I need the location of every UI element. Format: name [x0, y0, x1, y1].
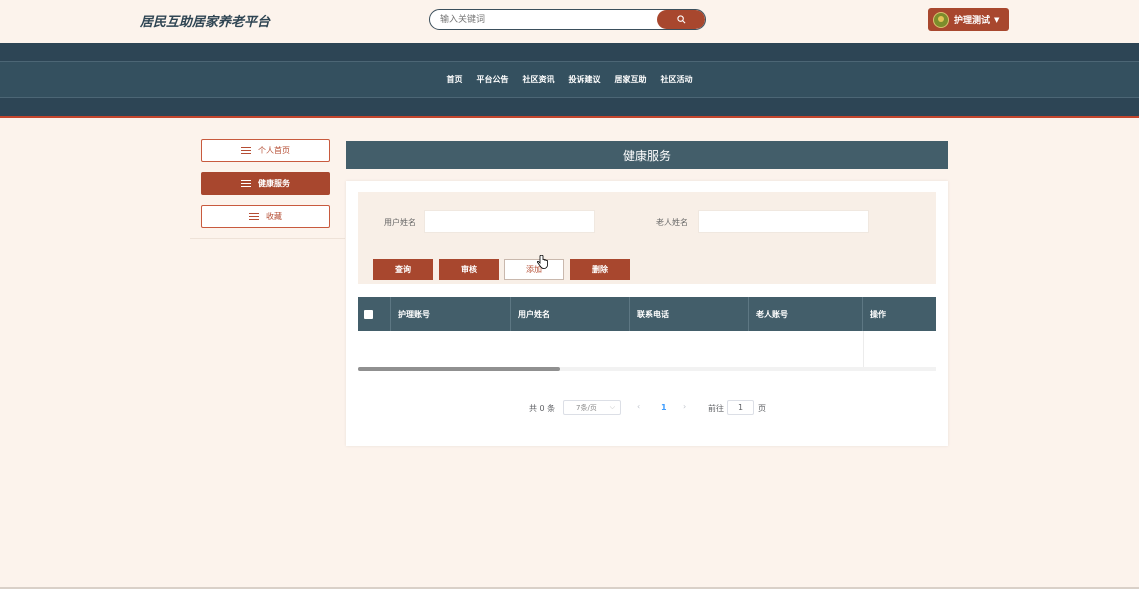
- nav-accent-line: [0, 116, 1139, 118]
- scrollbar-thumb[interactable]: [358, 367, 560, 371]
- user-name: 护理测试: [954, 16, 991, 26]
- main-nav: 首页 平台公告 社区资讯 投诉建议 居家互助 社区活动: [0, 43, 1139, 118]
- delete-button[interactable]: 删除: [570, 259, 630, 280]
- chevron-down-icon: ⌵: [609, 403, 615, 411]
- sidebar-divider: [190, 238, 345, 239]
- search-input[interactable]: [440, 10, 650, 29]
- column-header[interactable]: 用户姓名: [511, 297, 630, 331]
- list-icon: [241, 146, 251, 155]
- goto-label: 前往: [708, 404, 724, 413]
- sidebar-item-profile[interactable]: 个人首页: [201, 139, 330, 162]
- nav-item-activities[interactable]: 社区活动: [661, 74, 693, 85]
- search-box: [429, 9, 706, 30]
- goto-page-input[interactable]: 1: [727, 400, 754, 415]
- column-header[interactable]: 联系电话: [630, 297, 749, 331]
- nav-item-announcements[interactable]: 平台公告: [477, 74, 509, 85]
- list-icon: [241, 179, 251, 188]
- pagination-total: 共 0 条: [529, 404, 556, 413]
- column-header[interactable]: 护理账号: [391, 297, 511, 331]
- select-all-cell: [358, 297, 391, 331]
- nav-item-news[interactable]: 社区资讯: [523, 74, 555, 85]
- column-header[interactable]: 老人账号: [749, 297, 863, 331]
- prev-page-button[interactable]: ‹: [637, 402, 640, 411]
- elder-name-input[interactable]: [698, 210, 869, 233]
- table-header: 护理账号 用户姓名 联系电话 老人账号 操作: [358, 297, 936, 331]
- user-name-label: 用户姓名: [384, 218, 416, 227]
- nav-item-home[interactable]: 首页: [447, 74, 463, 85]
- page-title: 健康服务: [346, 141, 948, 169]
- page-suffix: 页: [758, 404, 766, 413]
- sidebar-item-favorites[interactable]: 收藏: [201, 205, 330, 228]
- next-page-button[interactable]: ›: [683, 402, 686, 411]
- avatar: [933, 11, 949, 28]
- review-button[interactable]: 审核: [439, 259, 499, 280]
- horizontal-scrollbar[interactable]: [358, 367, 936, 371]
- user-name-input[interactable]: [424, 210, 595, 233]
- sidebar-item-health-service[interactable]: 健康服务: [201, 172, 330, 195]
- user-menu-button[interactable]: 护理测试 ▼: [928, 8, 1009, 31]
- site-title[interactable]: 居民互助居家养老平台: [140, 11, 270, 30]
- sidebar-item-label: 个人首页: [258, 146, 290, 155]
- page-size-select[interactable]: 7条/页 ⌵: [563, 400, 621, 415]
- search-icon: [676, 15, 685, 24]
- filter-panel: 用户姓名 老人姓名 查询 审核 添加 删除: [358, 192, 936, 284]
- fixed-column-divider: [863, 331, 864, 371]
- sidebar-item-label: 健康服务: [258, 179, 290, 188]
- nav-item-complaints[interactable]: 投诉建议: [569, 74, 601, 85]
- content-card: 用户姓名 老人姓名 查询 审核 添加 删除 护理账号 用户姓名 联系电话 老人账…: [346, 181, 948, 446]
- add-button[interactable]: 添加: [504, 259, 564, 280]
- top-bar: 居民互助居家养老平台 护理测试 ▼: [0, 0, 1139, 43]
- elder-name-label: 老人姓名: [656, 218, 688, 227]
- nav-item-mutual-aid[interactable]: 居家互助: [615, 74, 647, 85]
- query-button[interactable]: 查询: [373, 259, 433, 280]
- list-icon: [249, 212, 259, 221]
- sidebar-item-label: 收藏: [266, 212, 282, 221]
- page-number[interactable]: 1: [661, 403, 667, 412]
- search-button[interactable]: [657, 10, 705, 29]
- caret-down-icon: ▼: [994, 15, 1000, 24]
- pagination: 共 0 条 7条/页 ⌵ ‹ 1 › 前往 1 页: [346, 400, 948, 416]
- hand-cursor-icon: [537, 255, 548, 269]
- select-all-checkbox[interactable]: [364, 309, 373, 319]
- column-header[interactable]: 操作: [863, 297, 936, 331]
